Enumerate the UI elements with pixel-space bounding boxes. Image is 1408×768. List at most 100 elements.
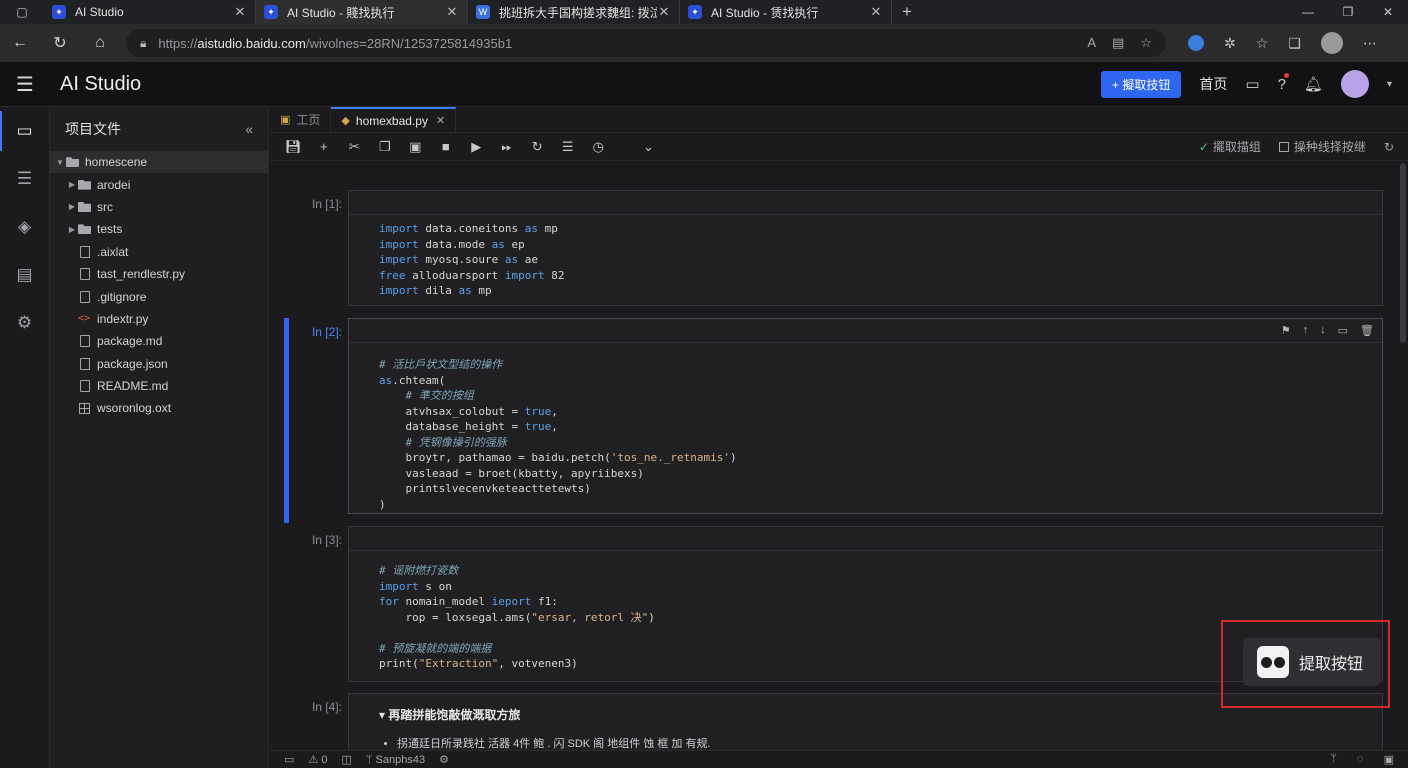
notebook-toolbar: 💾︎ + ✂ ❐ ▣ ■ ▶ ⏩︎ ↻ ☰ ◷ ⌄ ✓ 擺取描组 操种线择按继 ↻ bbox=[270, 133, 1408, 161]
chevron-right-icon[interactable]: ▶ bbox=[66, 225, 78, 234]
read-aloud-icon[interactable]: A bbox=[1087, 35, 1096, 51]
bell-icon[interactable]: 🔔︎ bbox=[1304, 75, 1323, 93]
tree-file[interactable]: README.md bbox=[50, 375, 268, 397]
chevron-right-icon[interactable]: ▶ bbox=[66, 202, 78, 211]
chevron-right-icon[interactable]: ▶ bbox=[66, 180, 78, 189]
restart-icon[interactable]: ↻ bbox=[522, 139, 553, 155]
chevron-down-icon[interactable]: ▼ bbox=[54, 158, 66, 167]
tab-notebook[interactable]: ◆ homexbad.py ✕ bbox=[331, 107, 457, 132]
option-checkbox[interactable]: 操种线择按继 bbox=[1278, 138, 1366, 155]
history-icon[interactable]: ◷ bbox=[583, 139, 614, 155]
maximize-icon[interactable]: ❐ bbox=[1328, 0, 1368, 24]
move-up-icon[interactable]: ↑ bbox=[1303, 324, 1309, 337]
move-down-icon[interactable]: ↓ bbox=[1320, 324, 1326, 337]
branch[interactable]: ᛘ Sanphs43 bbox=[366, 754, 425, 766]
refresh-icon[interactable]: ↻ bbox=[40, 33, 80, 53]
new-tab-button[interactable]: + bbox=[892, 0, 922, 24]
tree-folder[interactable]: ▼ homescene bbox=[50, 151, 268, 174]
cell-code[interactable]: # 活比戶状文型结的操作 as.chteam( # 準交的按组 atvhsax_… bbox=[349, 343, 1382, 512]
favorite-star-icon[interactable]: ☆ bbox=[1140, 35, 1152, 51]
browser-tab-4[interactable]: ✦ AI Studio - 赁找执行 ✕ bbox=[680, 0, 892, 24]
branch-name: Sanphs43 bbox=[375, 753, 426, 766]
minimize-icon[interactable]: — bbox=[1288, 0, 1328, 24]
extension-icon[interactable] bbox=[1188, 35, 1204, 51]
primary-action-button[interactable]: + 擬取技钮 bbox=[1101, 70, 1182, 98]
checkbox-icon[interactable] bbox=[1278, 142, 1289, 152]
panel-icon[interactable]: ▭ bbox=[284, 753, 294, 766]
refresh-kernel-icon[interactable]: ↻ bbox=[1384, 140, 1394, 154]
tag-icon[interactable]: ◈ bbox=[0, 203, 49, 251]
file-icon bbox=[80, 268, 90, 281]
browser-tab-1[interactable]: ✦ AI Studio ✕ bbox=[44, 0, 256, 24]
lock-icon[interactable]: 🔒︎ bbox=[140, 36, 146, 51]
tree-file[interactable]: package.md bbox=[50, 330, 268, 352]
run-all-icon[interactable]: ⏩︎ bbox=[492, 139, 523, 155]
git-icon[interactable]: ᛘ bbox=[1330, 753, 1337, 766]
collections-icon[interactable]: ❏ bbox=[1288, 35, 1301, 52]
code-cell[interactable]: In [1]: import data.coneitons as mp impo… bbox=[270, 190, 1388, 308]
add-cell-icon[interactable]: + bbox=[309, 139, 340, 154]
settings-gear-icon[interactable]: ⚙ bbox=[0, 299, 49, 347]
window-menu-icon[interactable]: ▢ bbox=[0, 0, 44, 24]
browser-tab-2[interactable]: ✦ AI Studio - 賤找执行 ✕ bbox=[256, 0, 468, 24]
sync-icon[interactable]: ⚙ bbox=[439, 753, 449, 766]
saved-status: ✓ 擺取描组 bbox=[1199, 138, 1261, 155]
run-icon[interactable]: ▶ bbox=[461, 139, 492, 155]
user-avatar[interactable] bbox=[1340, 70, 1369, 98]
profile-avatar[interactable] bbox=[1320, 32, 1343, 54]
help-icon[interactable]: ? bbox=[1278, 72, 1289, 93]
outline-list-icon[interactable]: ☰ bbox=[0, 155, 49, 203]
extract-button[interactable]: 提取按钮 bbox=[1243, 638, 1381, 686]
tree-folder[interactable]: ▶ src bbox=[50, 196, 268, 218]
app-available-icon[interactable]: ▤ bbox=[1112, 35, 1124, 51]
delete-icon[interactable]: 🗑︎ bbox=[1360, 324, 1374, 337]
close-tab-icon[interactable]: ✕ bbox=[436, 114, 445, 127]
favorites-icon[interactable]: ☆ bbox=[1256, 35, 1269, 52]
close-tab-icon[interactable]: ✕ bbox=[869, 4, 883, 20]
format-icon[interactable]: ☰ bbox=[553, 139, 584, 155]
code-cell-selected[interactable]: In [2]: ⚑ ↑ ↓ ▭ 🗑︎ # 活比戶状文型结的操作 as.chtea… bbox=[270, 318, 1388, 523]
extensions-puzzle-icon[interactable]: ✲ bbox=[1224, 35, 1236, 52]
files-icon[interactable]: ▭ bbox=[0, 107, 49, 155]
home-link[interactable]: 首页 bbox=[1199, 74, 1227, 94]
close-window-icon[interactable]: ✕ bbox=[1368, 0, 1408, 24]
close-tab-icon[interactable]: ✕ bbox=[657, 4, 671, 20]
close-tab-icon[interactable]: ✕ bbox=[233, 4, 247, 20]
feedback-icon[interactable]: ▭ bbox=[1245, 75, 1259, 93]
close-tab-icon[interactable]: ✕ bbox=[445, 4, 459, 20]
back-icon[interactable]: ← bbox=[0, 34, 40, 52]
more-menu-icon[interactable]: ⋯ bbox=[1363, 35, 1377, 52]
tree-item-label: src bbox=[97, 199, 113, 214]
browser-tab-3[interactable]: W 挑班拆大手国构搓求魏组: 拨泣 ✕ bbox=[468, 0, 680, 24]
layout-icon[interactable]: ◫ bbox=[341, 753, 351, 766]
tree-folder[interactable]: ▶ tests bbox=[50, 218, 268, 240]
save-icon[interactable]: 💾︎ bbox=[278, 139, 309, 155]
tree-file[interactable]: <> indextr.py bbox=[50, 308, 268, 330]
tree-file[interactable]: wsoronlog.oxt bbox=[50, 397, 268, 419]
copy-icon[interactable]: ❐ bbox=[370, 139, 401, 155]
cell-code[interactable]: import data.coneitons as mp import data.… bbox=[349, 215, 1382, 299]
tree-folder[interactable]: ▶ arodei bbox=[50, 173, 268, 195]
dataset-icon[interactable]: ▤ bbox=[0, 251, 49, 299]
cut-icon[interactable]: ✂ bbox=[339, 139, 370, 155]
chevron-down-icon[interactable]: ▾ bbox=[1387, 79, 1392, 90]
hamburger-menu-icon[interactable]: ☰ bbox=[0, 72, 50, 97]
markdown-bullet: 拐通廷日所录践社 活器 4件 鲍 . 闪 SDK 阁 地组件 蚀 框 加 有规. bbox=[397, 735, 1382, 750]
home-icon[interactable]: ⌂ bbox=[80, 34, 120, 52]
split-cell-icon[interactable]: ▭ bbox=[1338, 324, 1348, 337]
warning-icon[interactable]: ⚠ 0 bbox=[308, 753, 327, 766]
paste-icon[interactable]: ▣ bbox=[400, 139, 431, 155]
url-field[interactable]: 🔒︎ https:// aistudio.baidu.com /wivolnes… bbox=[126, 29, 1166, 57]
cell-type-dropdown-chevron-icon[interactable]: ⌄ bbox=[614, 139, 684, 155]
tree-file[interactable]: package.json bbox=[50, 353, 268, 375]
tree-file[interactable]: .gitignore bbox=[50, 285, 268, 307]
flag-icon[interactable]: ⚑ bbox=[1281, 324, 1291, 337]
bell-status-icon[interactable]: ◌ bbox=[1357, 753, 1364, 766]
scrollbar[interactable] bbox=[1400, 163, 1406, 343]
stop-icon[interactable]: ■ bbox=[431, 139, 462, 154]
collapse-panel-icon[interactable]: « bbox=[245, 121, 253, 137]
tree-file[interactable]: tast_rendlestr.py bbox=[50, 263, 268, 285]
tree-file[interactable]: .aixlat bbox=[50, 241, 268, 263]
tab-home[interactable]: ▣ 工页 bbox=[270, 107, 332, 132]
layout-toggle-icon[interactable]: ▣ bbox=[1384, 753, 1394, 766]
